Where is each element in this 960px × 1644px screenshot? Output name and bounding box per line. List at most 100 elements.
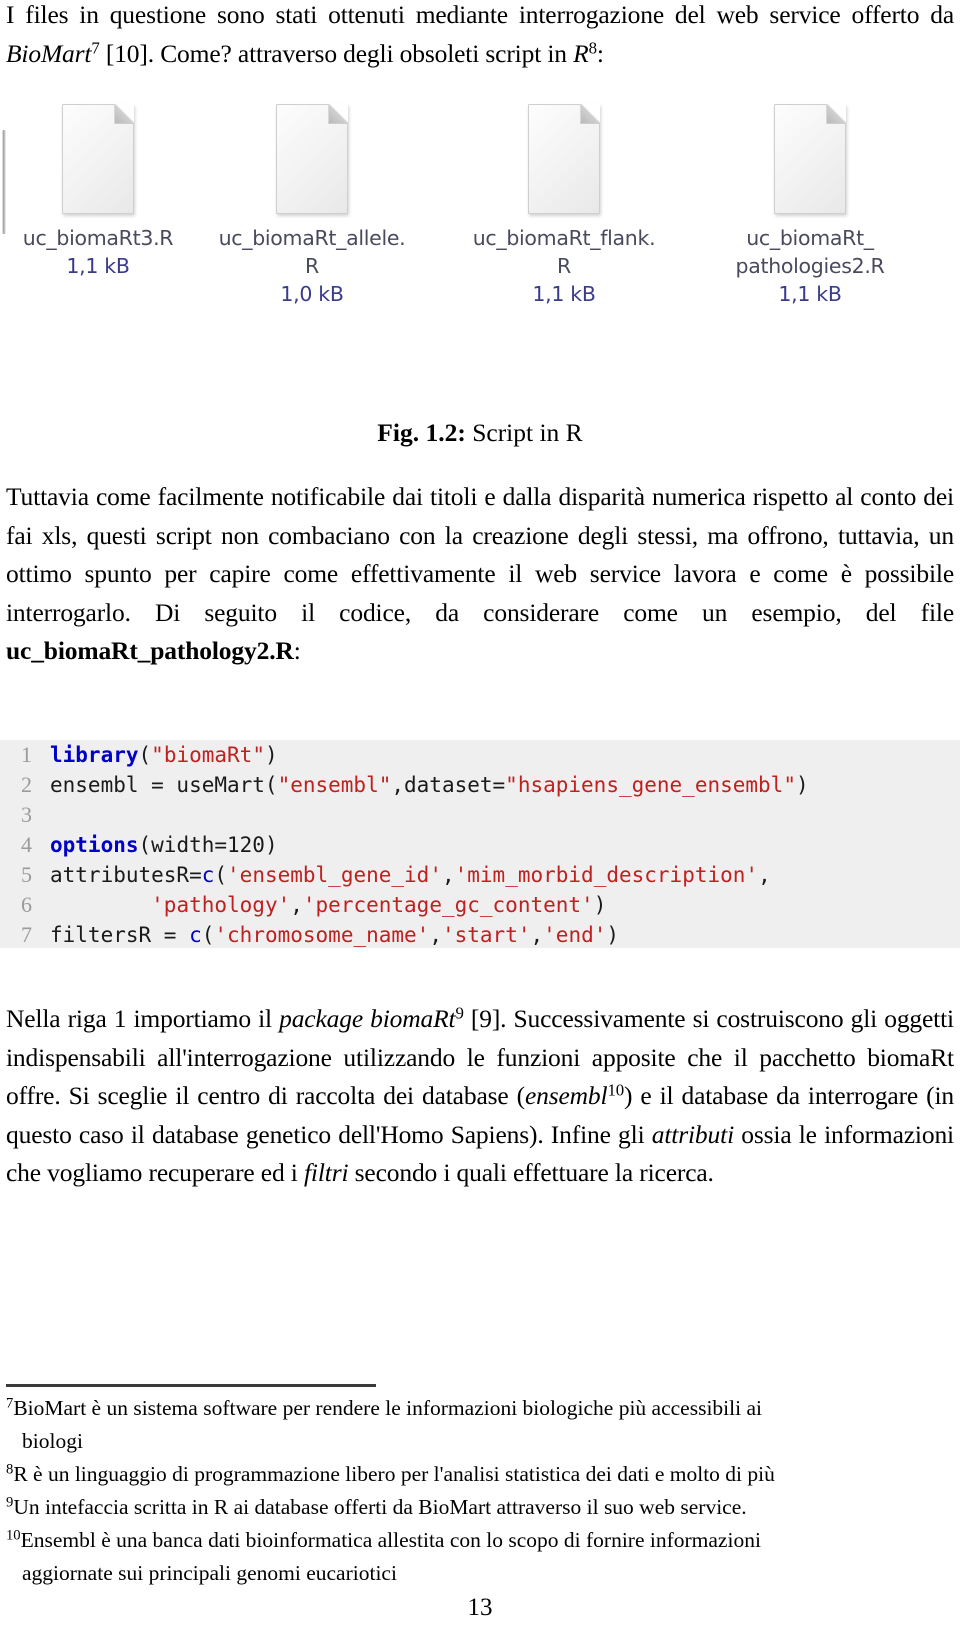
file-document-icon	[276, 104, 348, 214]
package-biomart-italic: package biomaRt	[279, 1004, 456, 1033]
figure-caption: Fig. 1.2: Script in R	[0, 418, 960, 448]
code-token-plain: (	[214, 863, 228, 887]
file-name-label: uc_biomaRt_allele. R	[218, 226, 406, 278]
code-token-plain: )	[795, 773, 809, 797]
line-number: 3	[21, 802, 32, 827]
file-name-label: uc_biomaRt_flank. R	[472, 226, 656, 278]
file-name-label: uc_biomaRt3.R	[22, 226, 174, 250]
code-token-string: 'pathology'	[151, 893, 291, 917]
code-line: 4 options(width=120)	[0, 830, 960, 860]
code-token-string: 'ensembl_gene_id'	[227, 863, 442, 887]
footnote-ref-9: 9	[455, 1003, 464, 1023]
code-token-string: "hsapiens_gene_ensembl"	[505, 773, 796, 797]
line-number: 4	[21, 832, 32, 857]
file-size-label: 1,1 kB	[532, 282, 596, 306]
biomart-italic: BioMart	[6, 38, 92, 68]
footnote-separator-rule	[6, 1384, 376, 1387]
footnote-text: Un intefaccia scritta in R ai database o…	[13, 1495, 747, 1519]
page-number: 13	[467, 1594, 493, 1621]
code-token-plain: )	[264, 743, 278, 767]
figure-caption-label: Fig. 1.2:	[377, 418, 466, 447]
code-token-plain: ,	[758, 863, 771, 887]
footnote-item: 8R è un linguaggio di programmazione lib…	[6, 1458, 954, 1491]
code-line: 5 attributesR=c('ensembl_gene_id','mim_mo…	[0, 860, 960, 890]
code-filename-bold: uc_biomaRt_pathology2.R	[6, 636, 294, 665]
footnote-ref-10: 10	[607, 1080, 624, 1100]
line-number: 2	[21, 772, 32, 797]
file-document-icon	[62, 104, 134, 214]
code-token-plain: (	[201, 923, 215, 947]
footnote-marker: 10	[6, 1527, 21, 1544]
code-line: 7 filtersR = c('chromosome_name','start',…	[0, 920, 960, 950]
figure-file-listing: uc_biomaRt3.R 1,1 kB uc_biomaRt_allele. …	[0, 96, 960, 346]
footnote-text: BioMart è un sistema software per render…	[13, 1396, 762, 1420]
footnote-item: 9Un intefaccia scritta in R ai database …	[6, 1491, 954, 1524]
code-line: 6 'pathology','percentage_gc_content')	[0, 890, 960, 920]
file-size-label: 1,1 kB	[66, 254, 130, 278]
body2-text-e: secondo i quali effettuare la ricerca.	[348, 1158, 714, 1187]
code-token-plain: ,	[530, 923, 544, 947]
body1-text-b: :	[293, 636, 301, 665]
file-item[interactable]: uc_biomaRt3.R 1,1 kB	[0, 104, 203, 280]
code-token-plain: ,dataset=	[391, 773, 506, 797]
footnote-text-continued: aggiornate sui principali genomi eucario…	[22, 1561, 397, 1585]
attributi-italic: attributi	[651, 1119, 734, 1149]
code-token-string: 'start'	[441, 923, 531, 947]
footnotes-block: 7BioMart è un sistema software per rende…	[6, 1392, 954, 1590]
code-token-string: "biomaRt"	[151, 743, 265, 767]
code-token-plain: )	[593, 893, 607, 917]
body1-text-a: Tuttavia come facilmente notificabile da…	[6, 482, 954, 627]
footnote-ref-8: 8	[588, 37, 597, 57]
code-token-string: "ensembl"	[277, 773, 392, 797]
code-line: 2 ensembl = useMart("ensembl",dataset="hs…	[0, 770, 960, 800]
code-token-function: c	[201, 863, 215, 887]
code-token-string: 'percentage_gc_content'	[302, 893, 594, 917]
body-paragraph-1: Tuttavia come facilmente notificabile da…	[6, 478, 954, 671]
code-listing: 1 library("biomaRt") 2 ensembl = useMart("…	[0, 740, 960, 948]
code-line: 1 library("biomaRt")	[0, 740, 960, 770]
r-italic: R	[573, 38, 589, 68]
file-size-label: 1,0 kB	[280, 282, 344, 306]
file-document-icon	[528, 104, 600, 214]
code-token-plain: ,	[429, 923, 442, 947]
intro-text-part2: [10]. Come? attraverso degli obsoleti sc…	[99, 38, 574, 68]
code-token-keyword: library	[50, 743, 139, 767]
footnote-ref-7: 7	[91, 37, 100, 57]
file-item[interactable]: uc_biomaRt_ pathologies2.R 1,1 kB	[705, 104, 915, 308]
footnote-text-continued: biologi	[22, 1429, 83, 1453]
ensembl-italic: ensembl	[524, 1081, 608, 1110]
line-number: 6	[21, 892, 32, 917]
intro-text-part1: I files in questione sono stati ottenuti…	[6, 0, 954, 29]
filtri-italic: filtri	[303, 1158, 349, 1187]
body-paragraph-2: Nella riga 1 importiamo il package bioma…	[6, 1000, 954, 1193]
code-token-plain: filtersR =	[50, 923, 190, 947]
footnote-item: 10Ensembl è una banca dati bioinformatic…	[6, 1524, 954, 1590]
code-token-plain: ,	[441, 863, 455, 887]
footnote-text: Ensembl è una banca dati bioinformatica …	[20, 1528, 761, 1552]
line-number: 1	[21, 742, 32, 767]
figure-caption-text: Script in R	[465, 418, 583, 447]
body2-text-a: Nella riga 1 importiamo il	[6, 1004, 280, 1033]
footnote-text: R è un linguaggio di programmazione libe…	[13, 1462, 775, 1486]
file-size-label: 1,1 kB	[778, 282, 842, 306]
code-token-plain: )	[606, 923, 620, 947]
intro-paragraph: I files in questione sono stati ottenuti…	[6, 0, 954, 73]
code-token-keyword: options	[50, 833, 139, 857]
code-token-plain: ensembl = useMart(	[50, 773, 278, 797]
line-number: 5	[21, 862, 32, 887]
code-token-function: c	[189, 923, 202, 947]
file-name-label: uc_biomaRt_ pathologies2.R	[735, 226, 885, 278]
code-token-plain: (width=120)	[138, 833, 278, 857]
line-number: 7	[21, 922, 32, 947]
file-item[interactable]: uc_biomaRt_flank. R 1,1 kB	[459, 104, 669, 308]
file-item[interactable]: uc_biomaRt_allele. R 1,0 kB	[207, 104, 417, 308]
footnote-item: 7BioMart è un sistema software per rende…	[6, 1392, 954, 1458]
code-token-plain: attributesR=	[50, 863, 202, 887]
intro-text-part3: :	[596, 38, 604, 68]
code-token-plain: (	[138, 743, 152, 767]
code-token-string: 'chromosome_name'	[214, 923, 430, 947]
file-document-icon	[774, 104, 846, 214]
code-token-string: 'mim_morbid_description'	[454, 863, 759, 887]
code-token-string: 'end'	[543, 923, 607, 947]
